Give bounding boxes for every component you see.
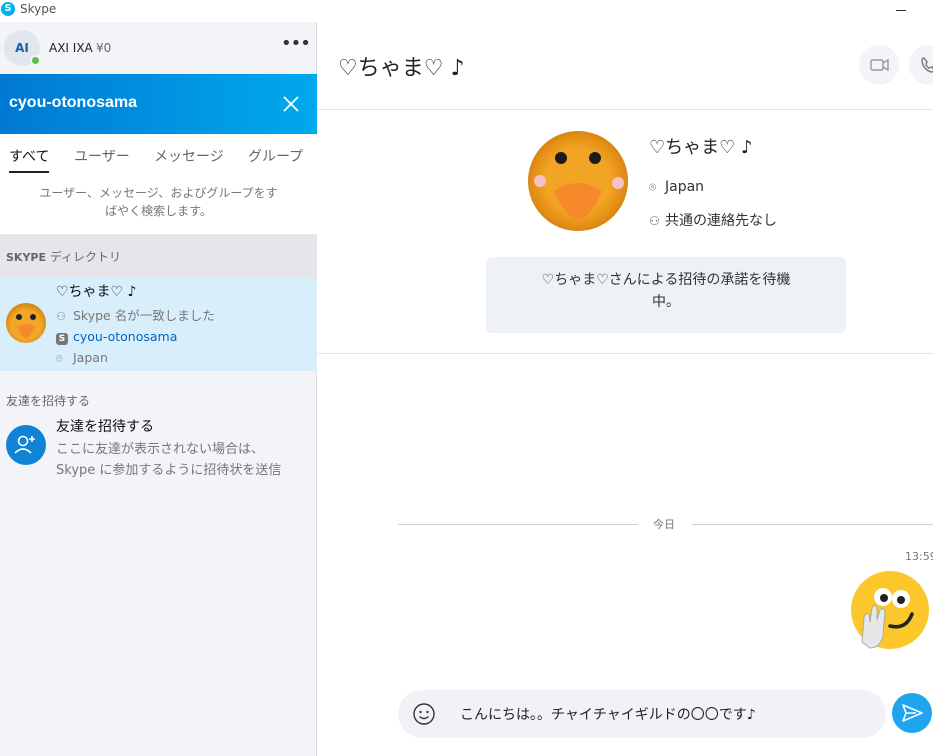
search-bar: cyou-otonosama — [0, 74, 317, 134]
result-name: ♡ちゃま♡ ♪ — [56, 284, 137, 300]
result-skype-id: cyou-otonosama — [73, 329, 178, 344]
title-bar: S Skype — [0, 0, 933, 22]
invite-desc-line1: ここに友達が表示されない場合は、 — [56, 442, 265, 457]
profile-name: AXI IXA — [49, 41, 93, 55]
send-button[interactable] — [892, 693, 932, 733]
search-hint-line2: ばやく検索します。 — [105, 204, 212, 218]
app-title: Skype — [20, 2, 57, 16]
search-hint-line1: ユーザー、メッセージ、およびグループをす — [39, 186, 278, 200]
pending-line2: 中。 — [652, 294, 680, 310]
skype-icon: S — [56, 333, 68, 345]
day-divider-right — [692, 524, 933, 525]
invite-title: 友達を招待する — [56, 419, 154, 435]
wave-emoji-message[interactable] — [850, 570, 930, 650]
invite-description: ここに友達が表示されない場合は、 Skype に参加するように招待状を送信 — [56, 439, 281, 481]
presence-online-icon — [30, 55, 41, 66]
search-input[interactable]: cyou-otonosama — [9, 94, 137, 112]
location-pin-icon: ⌾ — [56, 352, 63, 365]
credit-balance[interactable]: ¥0 — [96, 41, 111, 55]
emoji-picker-button[interactable] — [412, 702, 436, 726]
chat-title[interactable]: ♡ちゃま♡ ♪ — [338, 50, 464, 82]
avatar — [6, 303, 46, 343]
search-result-item[interactable]: ♡ちゃま♡ ♪ ⚇ Skype 名が一致しました Scyou-otonosama … — [0, 278, 317, 371]
directory-header: SKYPE ディレクトリ — [0, 234, 317, 278]
contacts-icon: ⚇ — [56, 310, 66, 323]
invite-friends-item[interactable]: 友達を招待する ここに友達が表示されない場合は、 Skype に参加するように招… — [0, 412, 317, 484]
skype-logo-icon: S — [1, 2, 15, 16]
message-composer: こんにちは。。チャイチャイギルドの〇〇です♪ — [398, 690, 886, 738]
result-skype-id-row: Scyou-otonosama — [56, 329, 177, 345]
minimize-button[interactable] — [895, 1, 909, 17]
result-location: Japan — [73, 350, 108, 365]
result-match-row: ⚇ Skype 名が一致しました — [56, 305, 215, 324]
search-tabs: すべて ユーザー メッセージ グループ — [0, 134, 317, 176]
close-icon[interactable] — [281, 94, 301, 114]
contact-location-row: ⌾ Japan — [649, 179, 704, 195]
sidebar: AI AXI IXA ¥0 ••• cyou-otonosama すべて ユーザ… — [0, 22, 317, 756]
pending-invite-notice: ♡ちゃま♡さんによる招待の承諾を待機 中。 — [486, 257, 846, 333]
chat-pane: ♡ちゃま♡ ♪ ♡ちゃま♡ ♪ ⌾ Japan ⚇ 共通の連絡先なし ♡ちゃま♡… — [318, 22, 933, 756]
tab-users[interactable]: ユーザー — [74, 146, 130, 166]
result-match: Skype 名が一致しました — [73, 308, 215, 323]
directory-header-label: ディレクトリ — [46, 250, 121, 264]
message-timestamp: 13:59 — [905, 550, 933, 563]
pending-line1: ♡ちゃま♡さんによる招待の承諾を待機 — [541, 272, 791, 288]
contact-location: Japan — [665, 179, 705, 195]
result-location-row: ⌾ Japan — [56, 350, 108, 366]
invite-section-header: 友達を招待する — [6, 394, 91, 408]
mutual-contacts: 共通の連絡先なし — [665, 213, 777, 229]
audio-call-button[interactable] — [909, 45, 933, 85]
mutual-contacts-row: ⚇ 共通の連絡先なし — [649, 210, 777, 230]
chat-header: ♡ちゃま♡ ♪ — [318, 22, 933, 110]
location-pin-icon: ⌾ — [649, 180, 657, 194]
tab-messages[interactable]: メッセージ — [154, 146, 224, 166]
more-options-button[interactable]: ••• — [281, 35, 311, 57]
message-input[interactable]: こんにちは。。チャイチャイギルドの〇〇です♪ — [460, 704, 756, 724]
add-user-icon — [6, 425, 46, 465]
tab-groups[interactable]: グループ — [248, 146, 303, 166]
search-hint: ユーザー、メッセージ、およびグループをす ばやく検索します。 — [0, 176, 317, 234]
directory-header-bold: SKYPE — [6, 251, 46, 264]
invite-desc-line2: Skype に参加するように招待状を送信 — [56, 463, 282, 478]
day-divider-label: 今日 — [653, 518, 675, 531]
contact-name: ♡ちゃま♡ ♪ — [649, 137, 753, 158]
contacts-icon: ⚇ — [649, 214, 660, 228]
day-divider-left — [398, 524, 638, 525]
profile-bar: AI AXI IXA ¥0 ••• — [0, 22, 317, 74]
video-call-button[interactable] — [859, 45, 899, 85]
contact-avatar[interactable] — [528, 131, 628, 231]
tab-all[interactable]: すべて — [9, 146, 50, 173]
contact-card: ♡ちゃま♡ ♪ ⌾ Japan ⚇ 共通の連絡先なし ♡ちゃま♡さんによる招待の承諾… — [318, 111, 933, 354]
